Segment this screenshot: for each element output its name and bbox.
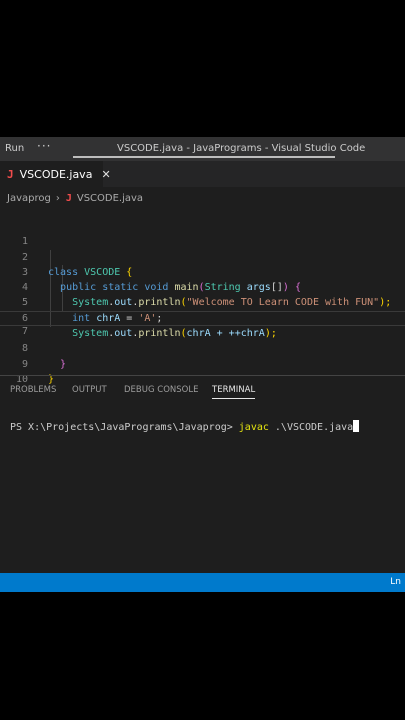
vscode-window: Run ··· VSCODE.java - JavaPrograms - Vis… [0, 137, 405, 592]
terminal-cursor [353, 420, 360, 432]
chevron-right-icon: › [55, 192, 60, 204]
code-line: 3 public static void main(String args[])… [0, 250, 405, 293]
code-line: 8 } [0, 326, 405, 369]
code-line-current: 7 [0, 310, 405, 337]
tab-output[interactable]: OUTPUT [72, 385, 107, 395]
tab-vscode-java[interactable]: J VSCODE.java ✕ [0, 161, 111, 187]
title-underline [73, 156, 335, 158]
terminal[interactable]: PS X:\Projects\JavaPrograms\Javaprog> ja… [10, 420, 360, 433]
close-icon[interactable]: ✕ [101, 168, 110, 181]
panel-divider[interactable] [0, 375, 405, 376]
code-line: 5 int chrA = 'A'; [0, 280, 405, 323]
menu-run[interactable]: Run [5, 143, 24, 154]
window-title: VSCODE.java - JavaPrograms - Visual Stud… [117, 143, 366, 154]
panel-tab-bar: PROBLEMS OUTPUT DEBUG CONSOLE TERMINAL [0, 383, 405, 401]
terminal-prompt: PS X:\Projects\JavaPrograms\Javaprog> [10, 422, 239, 433]
terminal-command: javac [238, 422, 269, 433]
menu-more-icon[interactable]: ··· [37, 139, 51, 153]
tab-debug-console[interactable]: DEBUG CONSOLE [124, 385, 198, 395]
editor-tab-bar: J VSCODE.java ✕ [0, 161, 405, 187]
code-line: 1 [0, 219, 405, 247]
tab-label: VSCODE.java [19, 167, 93, 181]
java-file-icon: J [65, 192, 72, 204]
breadcrumb-folder[interactable]: Javaprog [7, 193, 51, 204]
code-line: 4 System.out.println("Welcome TO Learn C… [0, 265, 405, 308]
active-tab-indicator [212, 398, 255, 399]
tab-terminal[interactable]: TERMINAL [212, 385, 255, 395]
status-line-position[interactable]: Ln [390, 577, 401, 587]
terminal-argument: .\VSCODE.java [268, 422, 354, 433]
code-line: 10 [0, 357, 405, 385]
code-line: 9 } [0, 341, 405, 385]
code-editor[interactable]: 1 2 class VSCODE { 3 public static void … [0, 219, 405, 385]
breadcrumb: Javaprog › J VSCODE.java [0, 187, 405, 209]
code-line: 6 System.out.println(chrA + ++chrA); [0, 295, 405, 339]
java-file-icon: J [7, 167, 14, 181]
status-bar: Ln [0, 573, 405, 592]
code-line: 2 class VSCODE { [0, 234, 405, 278]
breadcrumb-file[interactable]: VSCODE.java [77, 193, 143, 204]
title-bar: Run ··· VSCODE.java - JavaPrograms - Vis… [0, 137, 405, 161]
tab-problems[interactable]: PROBLEMS [10, 385, 56, 395]
